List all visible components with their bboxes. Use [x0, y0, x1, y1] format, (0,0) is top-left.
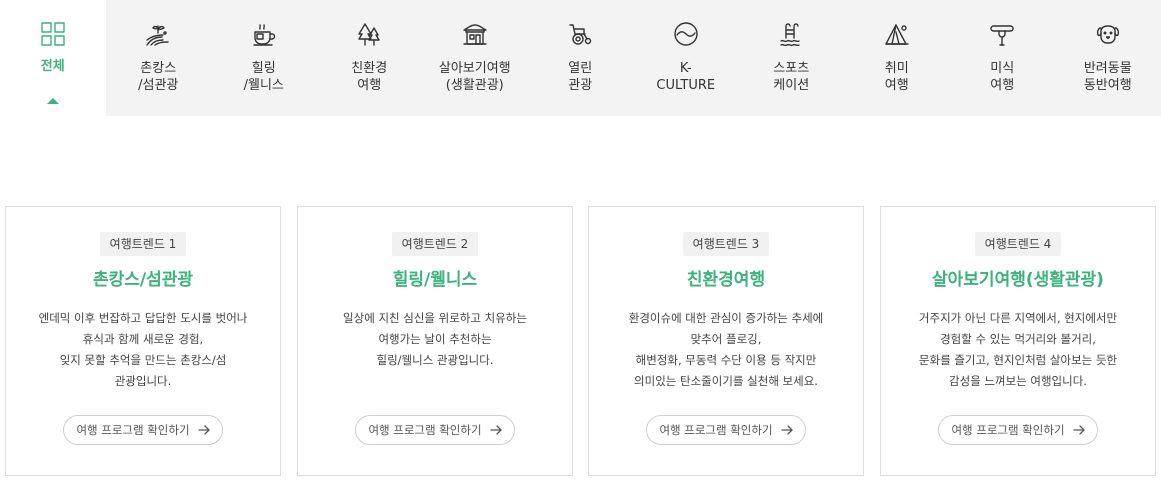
arrow-right-icon	[1072, 425, 1085, 435]
arrow-right-icon	[489, 425, 502, 435]
card-description: 엔데믹 이후 번잡하고 답답한 도시를 벗어나 휴식과 함께 새로운 경험, 잊…	[38, 311, 248, 388]
program-button[interactable]: 여행 프로그램 확인하기	[63, 415, 223, 445]
tab-open-tourism[interactable]: 열린 관광	[528, 0, 634, 116]
tab-label: 전체	[40, 59, 65, 74]
tab-hobby-travel[interactable]: 취미 여행	[844, 0, 950, 116]
tab-sportscation[interactable]: 스포츠 케이션	[739, 0, 845, 116]
tab-label: 친환경 여행	[351, 61, 388, 93]
tab-label: 스포츠 케이션	[773, 61, 810, 93]
trend-badge: 여행트렌드 1	[99, 232, 187, 256]
trend-badge: 여행트렌드 4	[974, 232, 1062, 256]
card-title: 힐링/웰니스	[392, 270, 478, 290]
tab-chonkangs-island[interactable]: 촌캉스 /섬관광	[106, 0, 212, 116]
tab-label: 반려동물 동반여행	[1083, 61, 1132, 93]
trend-badge: 여행트렌드 3	[682, 232, 770, 256]
fork-sausage-icon	[988, 20, 1016, 48]
button-label: 여행 프로그램 확인하기	[76, 423, 190, 437]
card-description: 일상에 지친 심신을 위로하고 치유하는 여행가는 날이 추천하는 힐링/웰니스…	[343, 311, 527, 367]
trend-card-list: 여행트렌드 1 촌캉스/섬관광 엔데믹 이후 번잡하고 답답한 도시를 벗어나 …	[5, 206, 1157, 476]
tab-eco-travel[interactable]: 친환경 여행	[317, 0, 423, 116]
trend-card: 여행트렌드 4 살아보기여행(생활관광) 거주지가 아닌 다른 지역에서, 현지…	[880, 206, 1156, 476]
program-button[interactable]: 여행 프로그램 확인하기	[355, 415, 515, 445]
trend-card: 여행트렌드 1 촌캉스/섬관광 엔데믹 이후 번잡하고 답답한 도시를 벗어나 …	[5, 206, 281, 476]
house-icon	[461, 20, 489, 48]
tab-all[interactable]: 전체	[0, 0, 106, 116]
tab-gourmet-travel[interactable]: 미식 여행	[950, 0, 1056, 116]
trend-card: 여행트렌드 2 힐링/웰니스 일상에 지친 심신을 위로하고 치유하는 여행가는…	[297, 206, 573, 476]
tab-label: 촌캉스 /섬관광	[138, 61, 179, 93]
tent-icon	[883, 20, 911, 48]
card-description: 환경이슈에 대한 관심이 증가하는 추세에 맞추어 플로깅, 해변정화, 무동력…	[628, 311, 824, 388]
program-button[interactable]: 여행 프로그램 확인하기	[938, 415, 1098, 445]
arrow-right-icon	[197, 425, 210, 435]
category-tab-bar: 전체 촌캉스 /섬관광 힐링 /웰니스 친환경 여행 살아보기여행 (생활관광)…	[0, 0, 1161, 116]
trend-badge: 여행트렌드 2	[391, 232, 479, 256]
tab-label: 힐링 /웰니스	[243, 61, 284, 93]
grid-icon	[39, 20, 67, 48]
tab-k-culture[interactable]: K- CULTURE	[633, 0, 739, 116]
pool-ladder-icon	[777, 20, 805, 48]
trees-icon	[355, 20, 383, 48]
button-label: 여행 프로그램 확인하기	[659, 423, 773, 437]
tab-label: 살아보기여행 (생활관광)	[438, 61, 511, 93]
tab-healing-wellness[interactable]: 힐링 /웰니스	[211, 0, 317, 116]
program-button[interactable]: 여행 프로그램 확인하기	[646, 415, 806, 445]
field-icon	[144, 20, 172, 48]
dog-icon	[1094, 20, 1122, 48]
arrow-right-icon	[780, 425, 793, 435]
card-title: 친환경여행	[686, 270, 766, 290]
button-label: 여행 프로그램 확인하기	[951, 423, 1065, 437]
active-caret-icon	[46, 98, 59, 104]
tab-label: K- CULTURE	[656, 61, 716, 93]
card-title: 살아보기여행(생활관광)	[932, 270, 1104, 290]
tab-label: 미식 여행	[990, 61, 1015, 93]
button-label: 여행 프로그램 확인하기	[368, 423, 482, 437]
tab-label: 열린 관광	[568, 61, 593, 93]
k-circle-icon	[672, 20, 700, 48]
tab-label: 취미 여행	[884, 61, 909, 93]
tab-pet-travel[interactable]: 반려동물 동반여행	[1055, 0, 1161, 116]
trend-card: 여행트렌드 3 친환경여행 환경이슈에 대한 관심이 증가하는 추세에 맞추어 …	[588, 206, 864, 476]
card-title: 촌캉스/섬관광	[92, 270, 194, 290]
tea-cup-icon	[250, 20, 278, 48]
wheelchair-icon	[566, 20, 594, 48]
tab-living-travel[interactable]: 살아보기여행 (생활관광)	[422, 0, 528, 116]
card-description: 거주지가 아닌 다른 지역에서, 현지에서만 경험할 수 있는 먹거리와 볼거리…	[918, 311, 1118, 388]
